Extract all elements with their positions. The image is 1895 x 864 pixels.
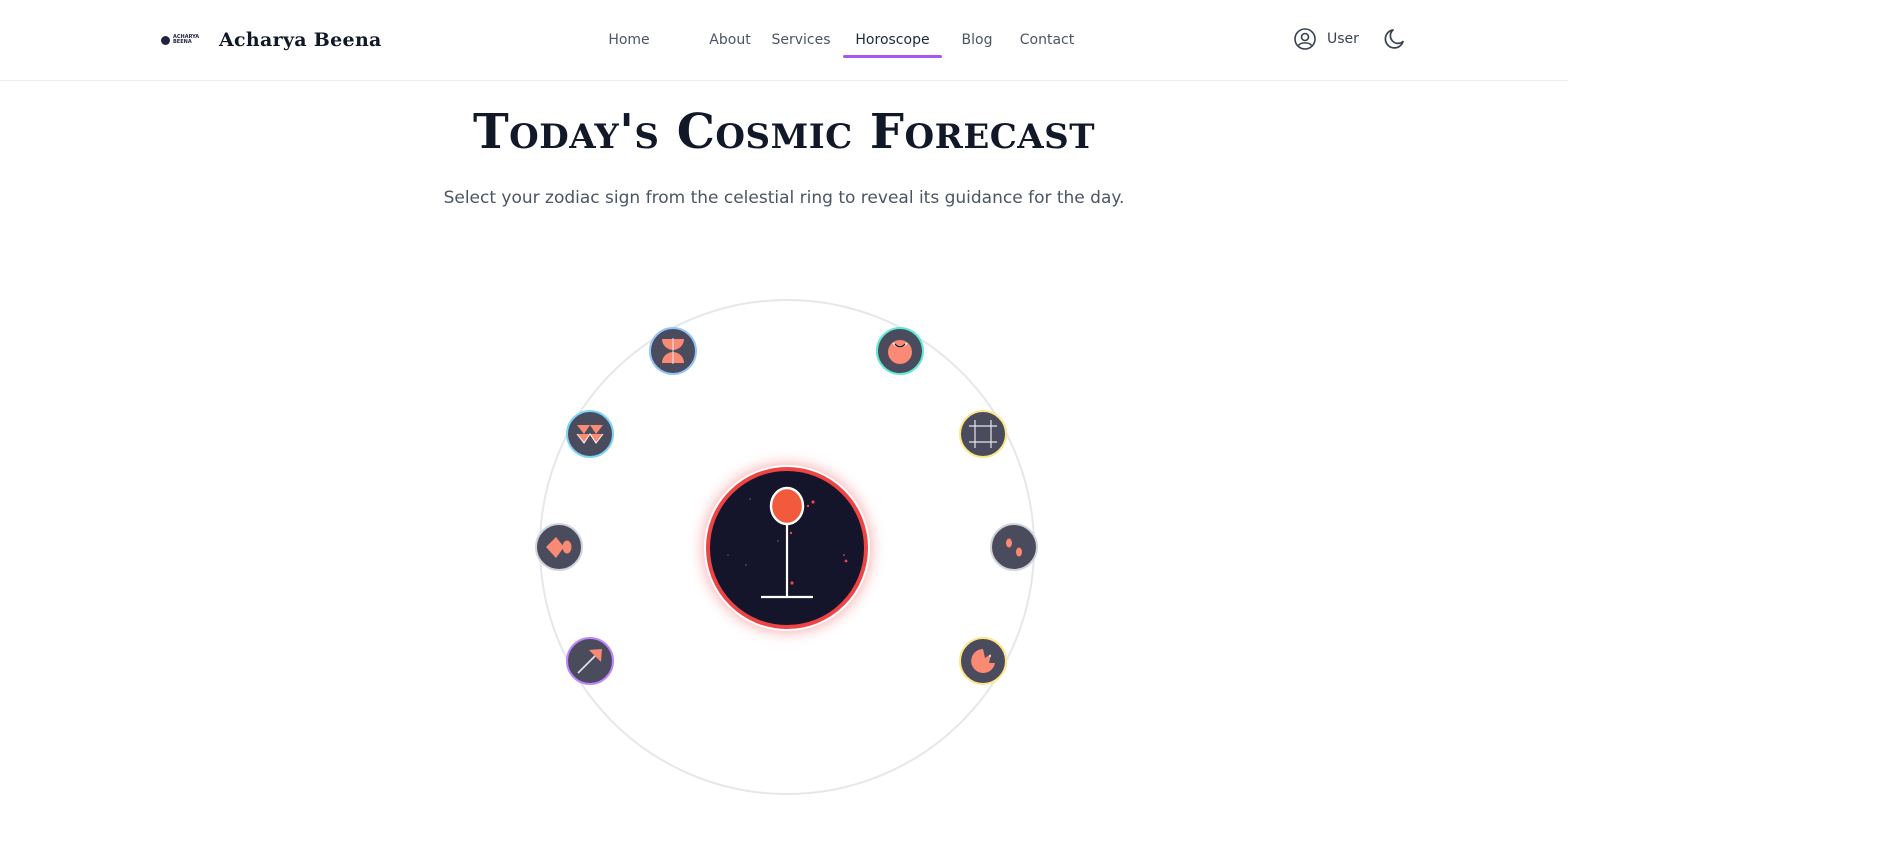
zodiac-sign-leo[interactable] — [959, 637, 1007, 685]
site-header: ACHARYA BEENA Acharya Beena Home About S… — [0, 0, 1568, 81]
zodiac-sign-pisces[interactable] — [649, 327, 697, 375]
zodiac-sign-taurus[interactable] — [876, 327, 924, 375]
aquarius-icon — [576, 425, 604, 444]
taurus-icon — [888, 340, 912, 364]
user-label: User — [1327, 31, 1359, 47]
brand-logo: ACHARYA BEENA — [161, 29, 205, 51]
leo-icon — [971, 649, 995, 673]
selected-sign-aries[interactable] — [706, 467, 868, 629]
nav-item-blog[interactable]: Blog — [958, 0, 996, 80]
nav-item-services[interactable]: Services — [771, 0, 831, 80]
user-button[interactable]: User — [1293, 27, 1359, 51]
aries-icon — [727, 486, 848, 599]
capricorn-icon — [546, 537, 572, 558]
gemini-icon — [969, 420, 997, 448]
zodiac-sign-cancer[interactable] — [990, 523, 1038, 571]
cancer-icon — [1006, 538, 1022, 557]
nav-item-about[interactable]: About — [705, 0, 755, 80]
main-nav: Home About Services Horoscope Blog Conta… — [600, 0, 1076, 80]
logo-text-line2: BEENA — [173, 39, 192, 45]
page-subtitle: Select your zodiac sign from the celesti… — [443, 188, 1125, 208]
moon-icon — [1384, 29, 1404, 49]
globe-icon — [161, 35, 170, 45]
user-circle-icon — [1294, 28, 1316, 50]
zodiac-sign-capricorn[interactable] — [535, 523, 583, 571]
brand[interactable]: ACHARYA BEENA Acharya Beena — [161, 26, 382, 54]
zodiac-sign-sagittarius[interactable] — [566, 637, 614, 685]
theme-toggle-button[interactable] — [1382, 26, 1408, 52]
sagittarius-icon — [577, 649, 602, 674]
pisces-icon — [662, 338, 684, 364]
nav-item-horoscope[interactable]: Horoscope — [843, 0, 942, 80]
page-title: Today's Cosmic Forecast — [472, 104, 1096, 160]
nav-item-home[interactable]: Home — [600, 0, 658, 80]
nav-item-contact[interactable]: Contact — [1018, 0, 1076, 80]
zodiac-sign-gemini[interactable] — [959, 410, 1007, 458]
brand-name: Acharya Beena — [219, 29, 382, 51]
zodiac-sign-aquarius[interactable] — [566, 410, 614, 458]
